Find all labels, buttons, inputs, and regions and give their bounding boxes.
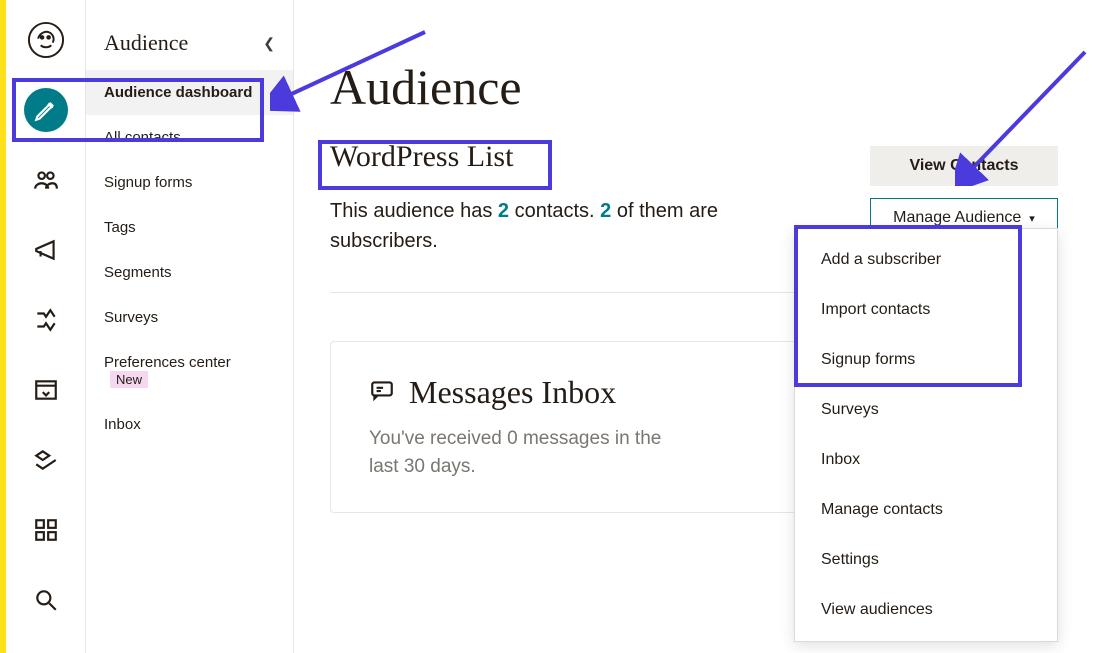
rail-campaigns-icon[interactable] [24, 228, 68, 272]
nav-signup-forms[interactable]: Signup forms [86, 160, 293, 205]
dd-view-audiences[interactable]: View audiences [795, 585, 1057, 635]
collapse-chevron-icon[interactable]: ❮ [263, 35, 275, 52]
rail-audience-icon[interactable] [24, 158, 68, 202]
nav-all-contacts[interactable]: All contacts [86, 115, 293, 160]
dd-settings[interactable]: Settings [795, 535, 1057, 585]
rail-create-icon[interactable] [24, 88, 68, 132]
new-badge: New [110, 371, 148, 388]
page-title: Audience [330, 58, 1058, 116]
secondary-nav: Audience ❮ Audience dashboard All contac… [86, 0, 294, 653]
contacts-count: 2 [498, 200, 509, 222]
inbox-card-title: Messages Inbox [409, 374, 616, 411]
inbox-card-body: You've received 0 messages in the last 3… [369, 425, 689, 480]
nav-audience-dashboard[interactable]: Audience dashboard [86, 70, 293, 115]
manage-audience-label: Manage Audience [893, 209, 1021, 227]
caret-down-icon: ▾ [1029, 212, 1035, 225]
dd-signup-forms[interactable]: Signup forms [795, 335, 1057, 385]
rail-search-icon[interactable] [24, 578, 68, 622]
rail-integrations-icon[interactable] [24, 508, 68, 552]
dd-inbox[interactable]: Inbox [795, 435, 1057, 485]
nav-preferences-label: Preferences center [104, 354, 231, 371]
message-icon [369, 377, 395, 408]
manage-audience-dropdown: Add a subscriber Import contacts Signup … [794, 228, 1058, 642]
audience-list-name: WordPress List [330, 140, 513, 174]
action-column: View Contacts Manage Audience ▾ [870, 146, 1058, 238]
nav-preferences-center[interactable]: Preferences center New [86, 340, 293, 402]
view-contacts-button[interactable]: View Contacts [870, 146, 1058, 186]
nav-segments[interactable]: Segments [86, 250, 293, 295]
dd-surveys[interactable]: Surveys [795, 385, 1057, 435]
rail-automations-icon[interactable] [24, 298, 68, 342]
nav-inbox[interactable]: Inbox [86, 402, 293, 447]
subscribers-count: 2 [600, 200, 611, 222]
brand-logo[interactable] [24, 18, 68, 62]
dd-add-subscriber[interactable]: Add a subscriber [795, 235, 1057, 285]
summary-text: This audience has [330, 200, 498, 222]
nav-surveys[interactable]: Surveys [86, 295, 293, 340]
icon-rail [6, 0, 86, 653]
rail-website-icon[interactable] [24, 368, 68, 412]
rail-content-icon[interactable] [24, 438, 68, 482]
secondary-nav-title: Audience [104, 30, 188, 56]
audience-summary: This audience has 2 contacts. 2 of them … [330, 196, 770, 256]
nav-tags[interactable]: Tags [86, 205, 293, 250]
dd-manage-contacts[interactable]: Manage contacts [795, 485, 1057, 535]
summary-text: contacts. [509, 200, 600, 222]
dd-import-contacts[interactable]: Import contacts [795, 285, 1057, 335]
